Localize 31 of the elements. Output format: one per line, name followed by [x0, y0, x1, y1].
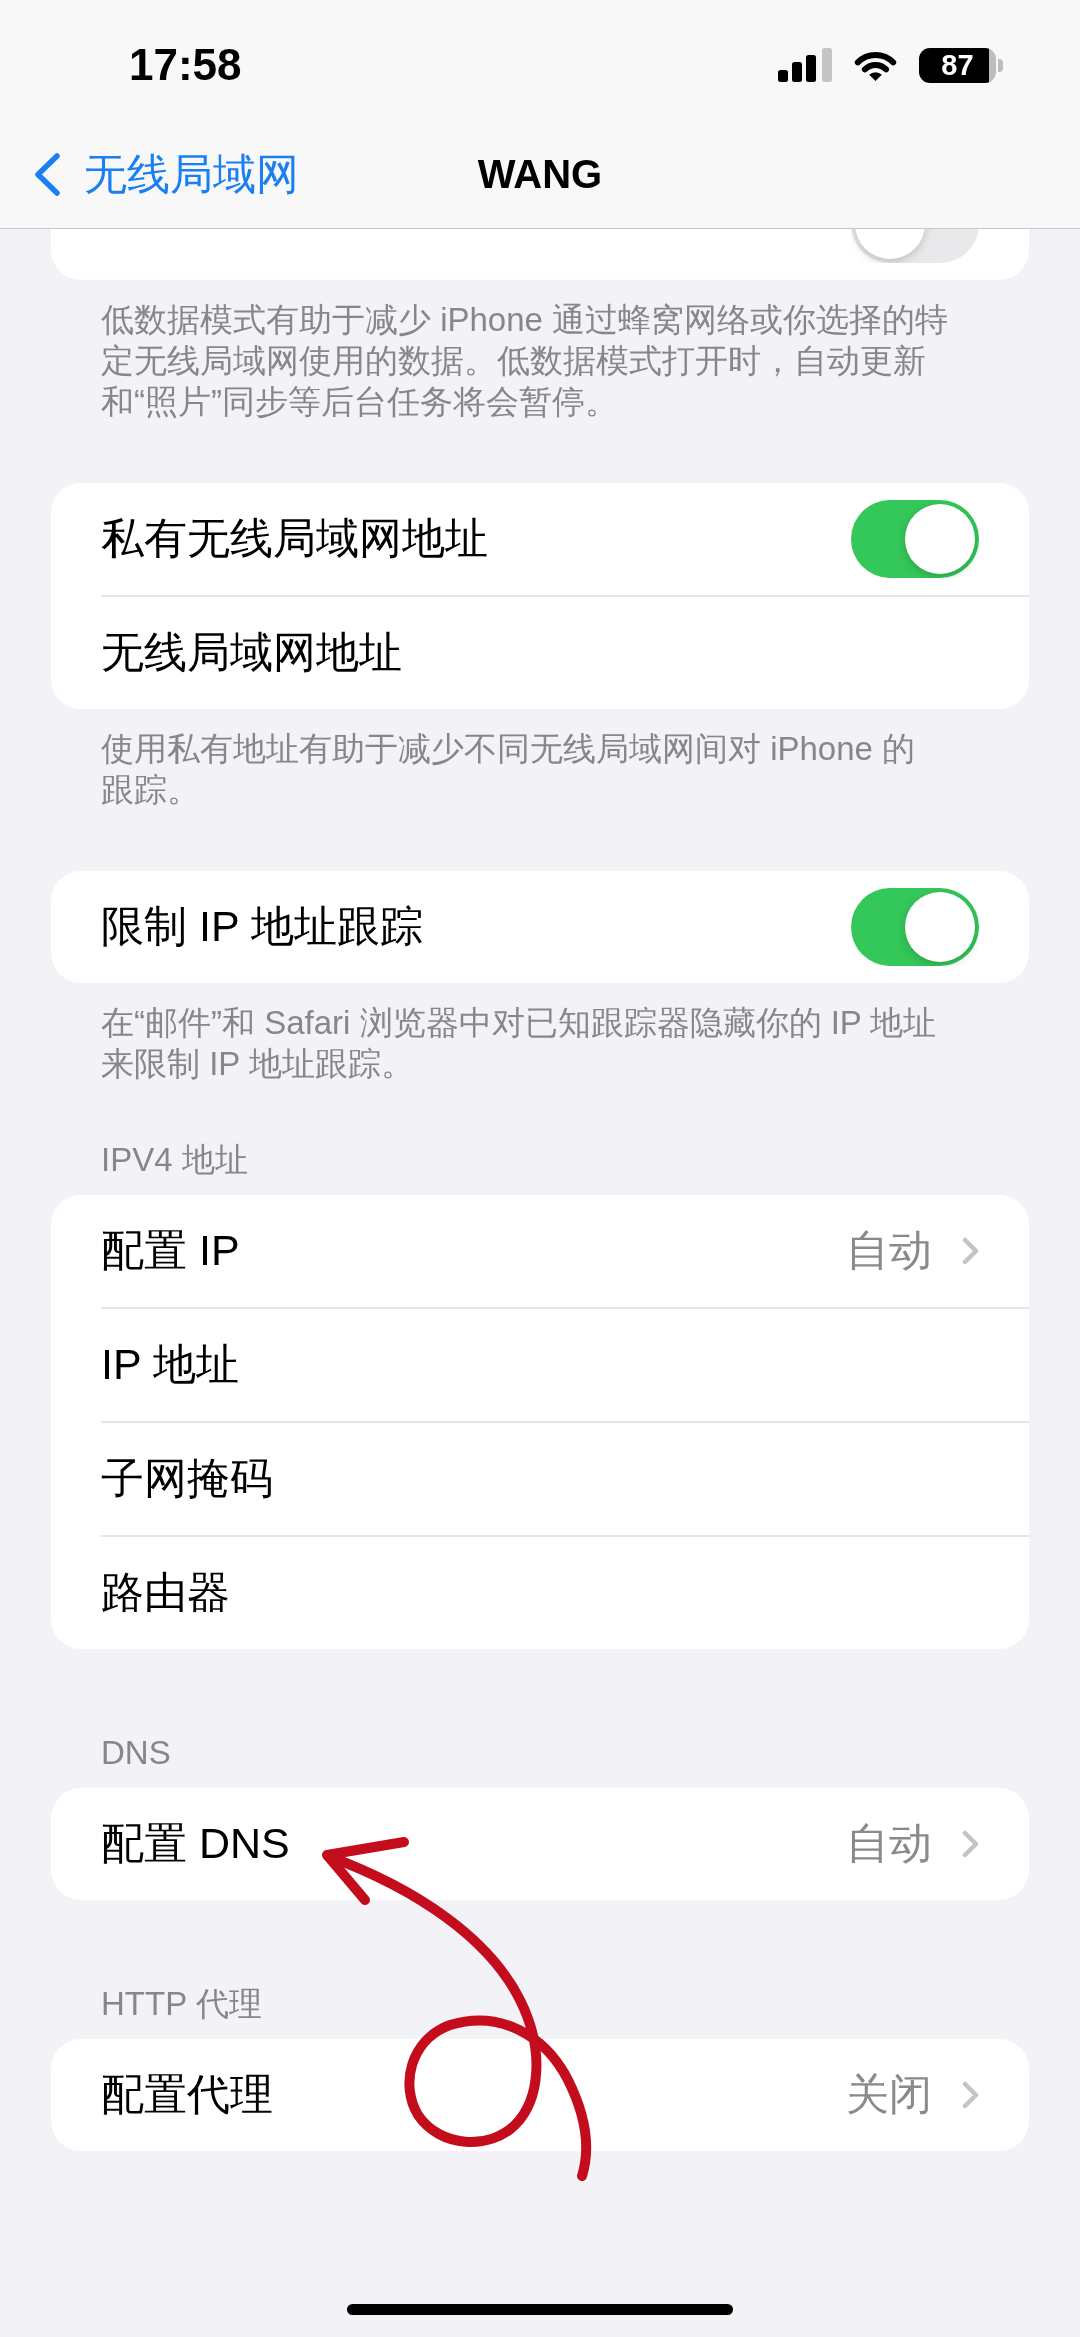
row-value: 自动 [846, 1225, 932, 1276]
chevron-right-icon [962, 1237, 979, 1265]
chevron-left-icon [33, 152, 61, 197]
row-label: 配置代理 [101, 2069, 273, 2120]
nav-title: WANG [477, 152, 603, 197]
row-label: 配置 IP [101, 1225, 240, 1276]
wifi-icon [852, 49, 899, 81]
status-time: 17:58 [129, 43, 242, 87]
settings-row[interactable]: 配置 IP 自动 [51, 1195, 1029, 1307]
row-label: 子网掩码 [101, 1453, 273, 1504]
section-header: IPV4 地址 [101, 1140, 248, 1180]
row-label: IP 地址 [101, 1339, 239, 1390]
back-button[interactable]: 无线局域网 [33, 148, 299, 201]
row-label: 无线局域网地址 [101, 627, 402, 678]
footer-note: 低数据模式有助于减少 iPhone 通过蜂窝网络或你选择的特定无线局域网使用的数据。低数据模式打开时，自动更新和“照片”同步等后台任务将会暂停。 [101, 300, 950, 422]
row-label: 私有无线局域网地址 [101, 513, 488, 564]
battery-indicator: 87 [919, 47, 1003, 83]
settings-row[interactable]: 配置代理 关闭 [51, 2039, 1029, 2151]
footer-note: 使用私有地址有助于减少不同无线局域网间对 iPhone 的跟踪。 [101, 729, 917, 810]
row-value: 自动 [846, 1818, 932, 1869]
settings-row[interactable]: 配置 DNS 自动 [51, 1788, 1029, 1900]
row-label: 限制 IP 地址跟踪 [101, 901, 423, 952]
signal-icon [778, 48, 832, 82]
chevron-right-icon [962, 2081, 979, 2109]
row-value: 关闭 [846, 2069, 932, 2120]
footer-note: 在“邮件”和 Safari 浏览器中对已知跟踪器隐藏你的 IP 地址来限制 IP 地址跟踪。 [101, 1003, 938, 1084]
section-header: HTTP 代理 [101, 1984, 262, 2024]
row-label: 配置 DNS [101, 1818, 290, 1869]
section-header: DNS [101, 1733, 171, 1773]
row-label: 路由器 [101, 1567, 230, 1618]
chevron-right-icon [962, 1830, 979, 1858]
